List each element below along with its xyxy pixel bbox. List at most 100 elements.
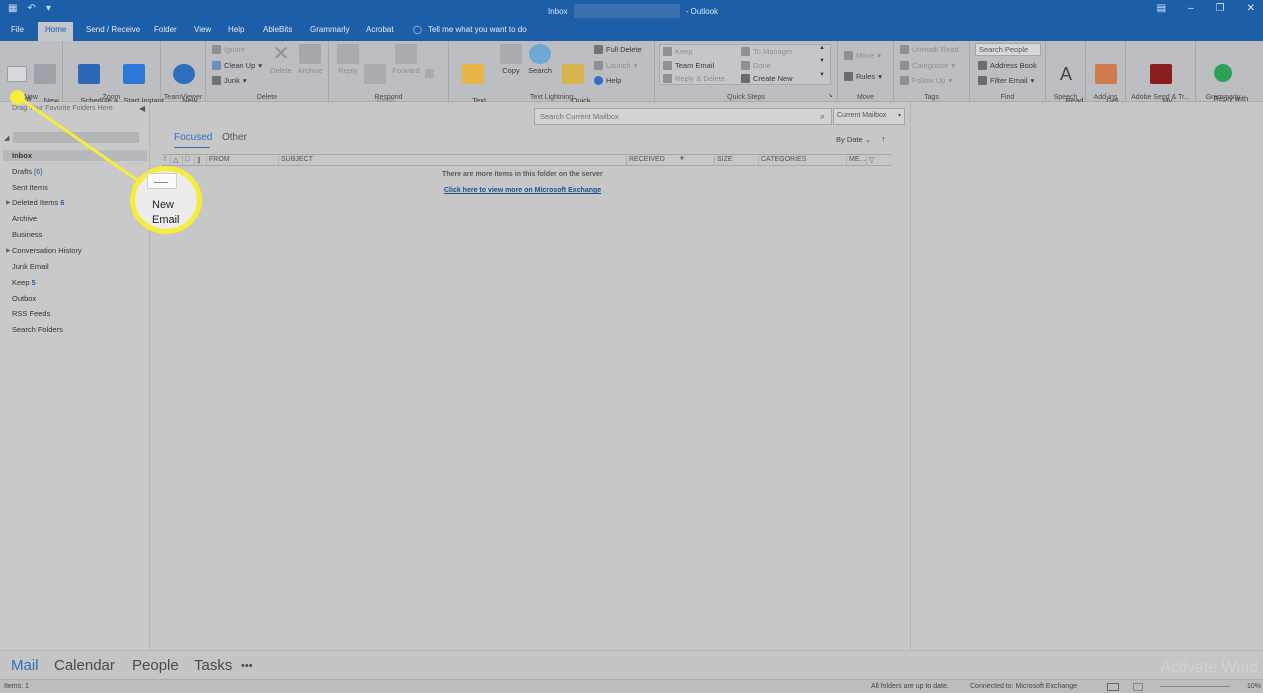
forward-button[interactable]: Forward (390, 44, 422, 76)
search-icon[interactable]: ⌕ (820, 111, 825, 122)
folder-junk-email[interactable]: Junk Email (12, 262, 49, 271)
follow-up-button[interactable]: Follow Up ▾ (900, 76, 952, 85)
search-current-mailbox-input[interactable]: Search Current Mailbox ⌕ (534, 108, 832, 125)
unread-read-button[interactable]: Unread/ Read (900, 45, 959, 54)
sort-direction-arrow-icon[interactable]: ↑ (881, 134, 886, 144)
column-received[interactable]: RECEIVED ▼ (626, 156, 714, 166)
folder-rss-feeds[interactable]: RSS Feeds (12, 309, 50, 318)
move-button[interactable]: Move ▾ (844, 51, 881, 60)
attachment-column-icon[interactable]: ∥ (194, 156, 201, 166)
undo-icon[interactable]: ↶ (27, 3, 35, 14)
filter-email-button[interactable]: Filter Email ▾ (978, 76, 1034, 85)
tab-grammarly[interactable]: Grammarly (310, 25, 350, 34)
clean-up-button[interactable]: Clean Up ▾ (212, 61, 262, 70)
tab-ablebits[interactable]: AbleBits (263, 25, 292, 34)
tab-file[interactable]: File (11, 25, 24, 34)
tab-help[interactable]: Help (228, 25, 244, 34)
help-button[interactable]: Help (594, 76, 621, 85)
tell-me-box[interactable]: ◯ Tell me what you want to do (413, 25, 527, 34)
full-delete-button[interactable]: Full Delete (594, 45, 642, 54)
window-title-app: - Outlook (685, 6, 719, 16)
forward-label: Forward (392, 66, 420, 75)
sort-by-dropdown[interactable]: By Date ⌄ ↑ (836, 134, 886, 144)
folder-business[interactable]: Business (12, 230, 42, 239)
search-button[interactable]: Search (526, 44, 554, 76)
folder-deleted-items-count: 6 (60, 198, 65, 207)
nav-mail[interactable]: Mail (11, 657, 39, 674)
launch-button[interactable]: Launch ▾ (594, 61, 637, 70)
folder-inbox[interactable]: Inbox (3, 150, 147, 161)
delete-button[interactable]: ✕ Delete (268, 44, 294, 76)
tab-home[interactable]: Home (38, 22, 74, 41)
tab-send-receive[interactable]: Send / Receive (86, 25, 140, 34)
account-header[interactable]: ◢ (4, 132, 140, 143)
quick-step-create-new[interactable]: Create New (741, 74, 793, 83)
filter-column-icon[interactable]: ▽ (866, 156, 892, 166)
search-people-input[interactable]: Search People (975, 43, 1041, 56)
quick-step-reply-delete[interactable]: Reply & Delete (663, 74, 725, 83)
more-apps-ellipsis-icon[interactable]: ••• (241, 660, 253, 672)
icon-column-icon[interactable]: □ (182, 156, 189, 166)
folder-drafts[interactable]: Drafts [6] (12, 167, 42, 176)
reading-view-icon[interactable] (1133, 683, 1143, 691)
folder-search-folders[interactable]: Search Folders (12, 325, 63, 334)
reminder-bell-column-icon[interactable]: △ (170, 156, 178, 166)
quick-steps-dialog-launcher-icon[interactable]: ↘ (828, 92, 833, 99)
filter-email-label: Filter Email (990, 76, 1028, 85)
importance-column-icon[interactable]: ! (162, 156, 166, 166)
folder-outbox[interactable]: Outbox (12, 294, 36, 303)
quick-step-keep[interactable]: Keep (663, 47, 693, 56)
ribbon-display-options-icon[interactable]: ▤ (1157, 3, 1166, 14)
column-size[interactable]: SIZE (714, 156, 758, 166)
column-from[interactable]: FROM (206, 156, 278, 166)
tab-acrobat[interactable]: Acrobat (366, 25, 394, 34)
nav-people[interactable]: People (132, 657, 179, 674)
junk-button[interactable]: Junk ▾ (212, 76, 247, 85)
normal-view-icon[interactable] (1107, 683, 1119, 691)
group-label-grammarly: Grammarly (1205, 94, 1241, 101)
rules-button[interactable]: Rules ▾ (844, 72, 882, 81)
close-icon[interactable]: ✕ (1247, 3, 1255, 14)
reply-button[interactable]: Reply (337, 44, 359, 76)
expand-conversation-history-icon[interactable]: ▶ (6, 247, 11, 254)
folder-sent-items[interactable]: Sent Items (12, 183, 48, 192)
column-mention[interactable]: ME... (846, 156, 866, 166)
column-subject[interactable]: SUBJECT (278, 156, 626, 166)
minimize-icon[interactable]: – (1188, 3, 1194, 14)
quick-step-team-email-label: Team Email (675, 61, 715, 70)
ribbon-group-respond: Reply Reply All Forward Respond (329, 41, 449, 115)
view-more-on-exchange-link[interactable]: Click here to view more on Microsoft Exc… (444, 187, 601, 194)
quick-step-done[interactable]: Done (741, 61, 771, 70)
folder-keep[interactable]: Keep 5 (12, 278, 36, 287)
archive-button[interactable]: Archive (295, 44, 325, 76)
archive-icon (299, 44, 321, 64)
tab-view[interactable]: View (194, 25, 211, 34)
folder-conversation-history[interactable]: Conversation History (12, 246, 82, 255)
tab-folder[interactable]: Folder (154, 25, 177, 34)
nav-tasks[interactable]: Tasks (194, 657, 232, 674)
address-book-button[interactable]: Address Book (978, 61, 1037, 70)
quick-step-to-manager[interactable]: To Manager (741, 47, 793, 56)
quick-step-team-email[interactable]: Team Email (663, 61, 714, 70)
ignore-button[interactable]: Ignore (212, 45, 245, 54)
categorize-button[interactable]: Categorize ▾ (900, 61, 955, 70)
copy-button[interactable]: Copy (499, 44, 523, 76)
tab-focused[interactable]: Focused (174, 132, 212, 143)
zoom-slider[interactable] (1160, 686, 1230, 687)
column-categories[interactable]: CATEGORIES (758, 156, 846, 166)
reply-icon (337, 44, 359, 64)
nav-calendar[interactable]: Calendar (54, 657, 115, 674)
gallery-scroll-up-icon[interactable]: ▲ (819, 45, 825, 51)
copy-label: Copy (502, 66, 520, 75)
restore-icon[interactable]: ❐ (1216, 3, 1225, 14)
collapse-folder-pane-icon[interactable]: ◀ (139, 104, 145, 113)
customize-qat-icon[interactable]: ▾ (46, 3, 51, 14)
more-respond-button[interactable] (425, 69, 434, 78)
tab-other[interactable]: Other (222, 132, 247, 143)
expand-deleted-items-icon[interactable]: ▶ (6, 199, 11, 206)
gallery-scroll-down-icon[interactable]: ▼ (819, 58, 825, 64)
gallery-more-icon[interactable]: ▼ (819, 72, 825, 78)
folder-archive[interactable]: Archive (12, 214, 37, 223)
folder-deleted-items[interactable]: Deleted Items 6 (12, 198, 64, 207)
search-scope-dropdown[interactable]: Current Mailbox ▾ (833, 108, 905, 125)
